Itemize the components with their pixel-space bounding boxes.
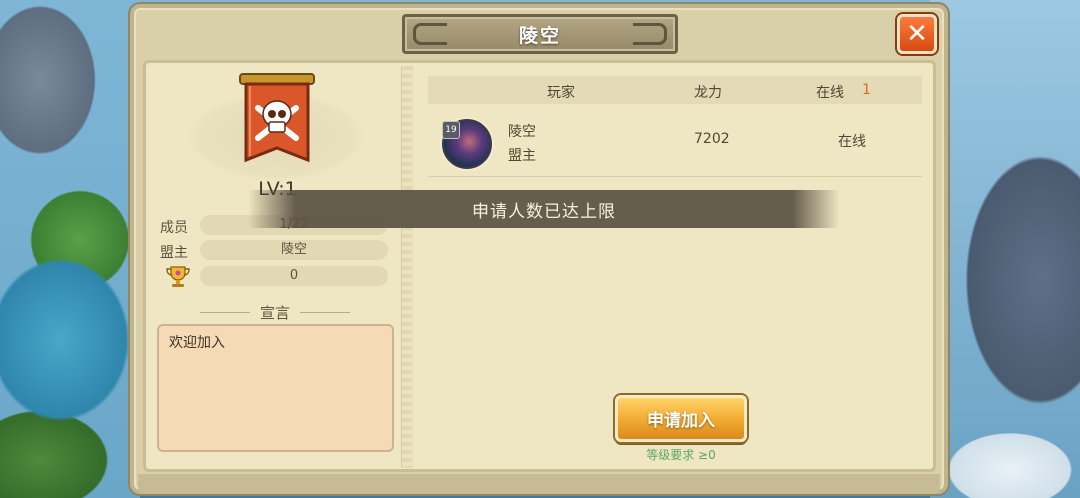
window-title: 陵空 xyxy=(518,24,561,47)
declaration-text: 欢迎加入 xyxy=(169,335,225,351)
skull-banner-icon xyxy=(239,73,315,163)
header-online-count: 1 xyxy=(862,82,871,98)
background-scenery-right xyxy=(930,0,1080,498)
leader-label: 盟主 xyxy=(160,245,188,261)
header-power: 龙力 xyxy=(694,85,722,101)
member-name: 陵空 xyxy=(508,124,536,140)
declaration-box: 欢迎加入 xyxy=(157,324,394,452)
divider xyxy=(199,311,250,313)
level-requirement: 等级要求 ≥0 xyxy=(646,448,716,462)
divider xyxy=(300,311,350,313)
title-ornament-right xyxy=(633,23,667,45)
declaration-heading: 宣言 xyxy=(180,302,370,322)
background-scenery-left xyxy=(0,0,140,498)
declaration-title: 宣言 xyxy=(259,303,290,322)
trophy-value: 0 xyxy=(200,266,388,286)
member-power: 7202 xyxy=(694,131,730,147)
header-player: 玩家 xyxy=(547,85,575,101)
members-table-header: 玩家 龙力 在线 1 xyxy=(428,76,922,104)
member-role: 盟主 xyxy=(508,148,536,164)
close-icon: ✕ xyxy=(906,19,928,49)
title-ornament-left xyxy=(413,23,447,45)
members-label: 成员 xyxy=(160,220,188,236)
header-online: 在线 xyxy=(816,85,844,101)
row-divider xyxy=(428,176,922,177)
column-divider xyxy=(401,66,413,468)
toast-message: 申请人数已达上限 xyxy=(248,190,840,228)
close-button[interactable]: ✕ xyxy=(897,14,937,54)
member-status: 在线 xyxy=(838,134,866,150)
apply-join-button[interactable]: 申请加入 xyxy=(615,395,747,442)
trophy-icon xyxy=(166,266,190,287)
panel-bottom-bar xyxy=(138,474,940,494)
leader-value: 陵空 xyxy=(200,240,388,260)
player-level-badge: 19 xyxy=(442,121,460,139)
title-plate: 陵空 xyxy=(402,14,678,54)
